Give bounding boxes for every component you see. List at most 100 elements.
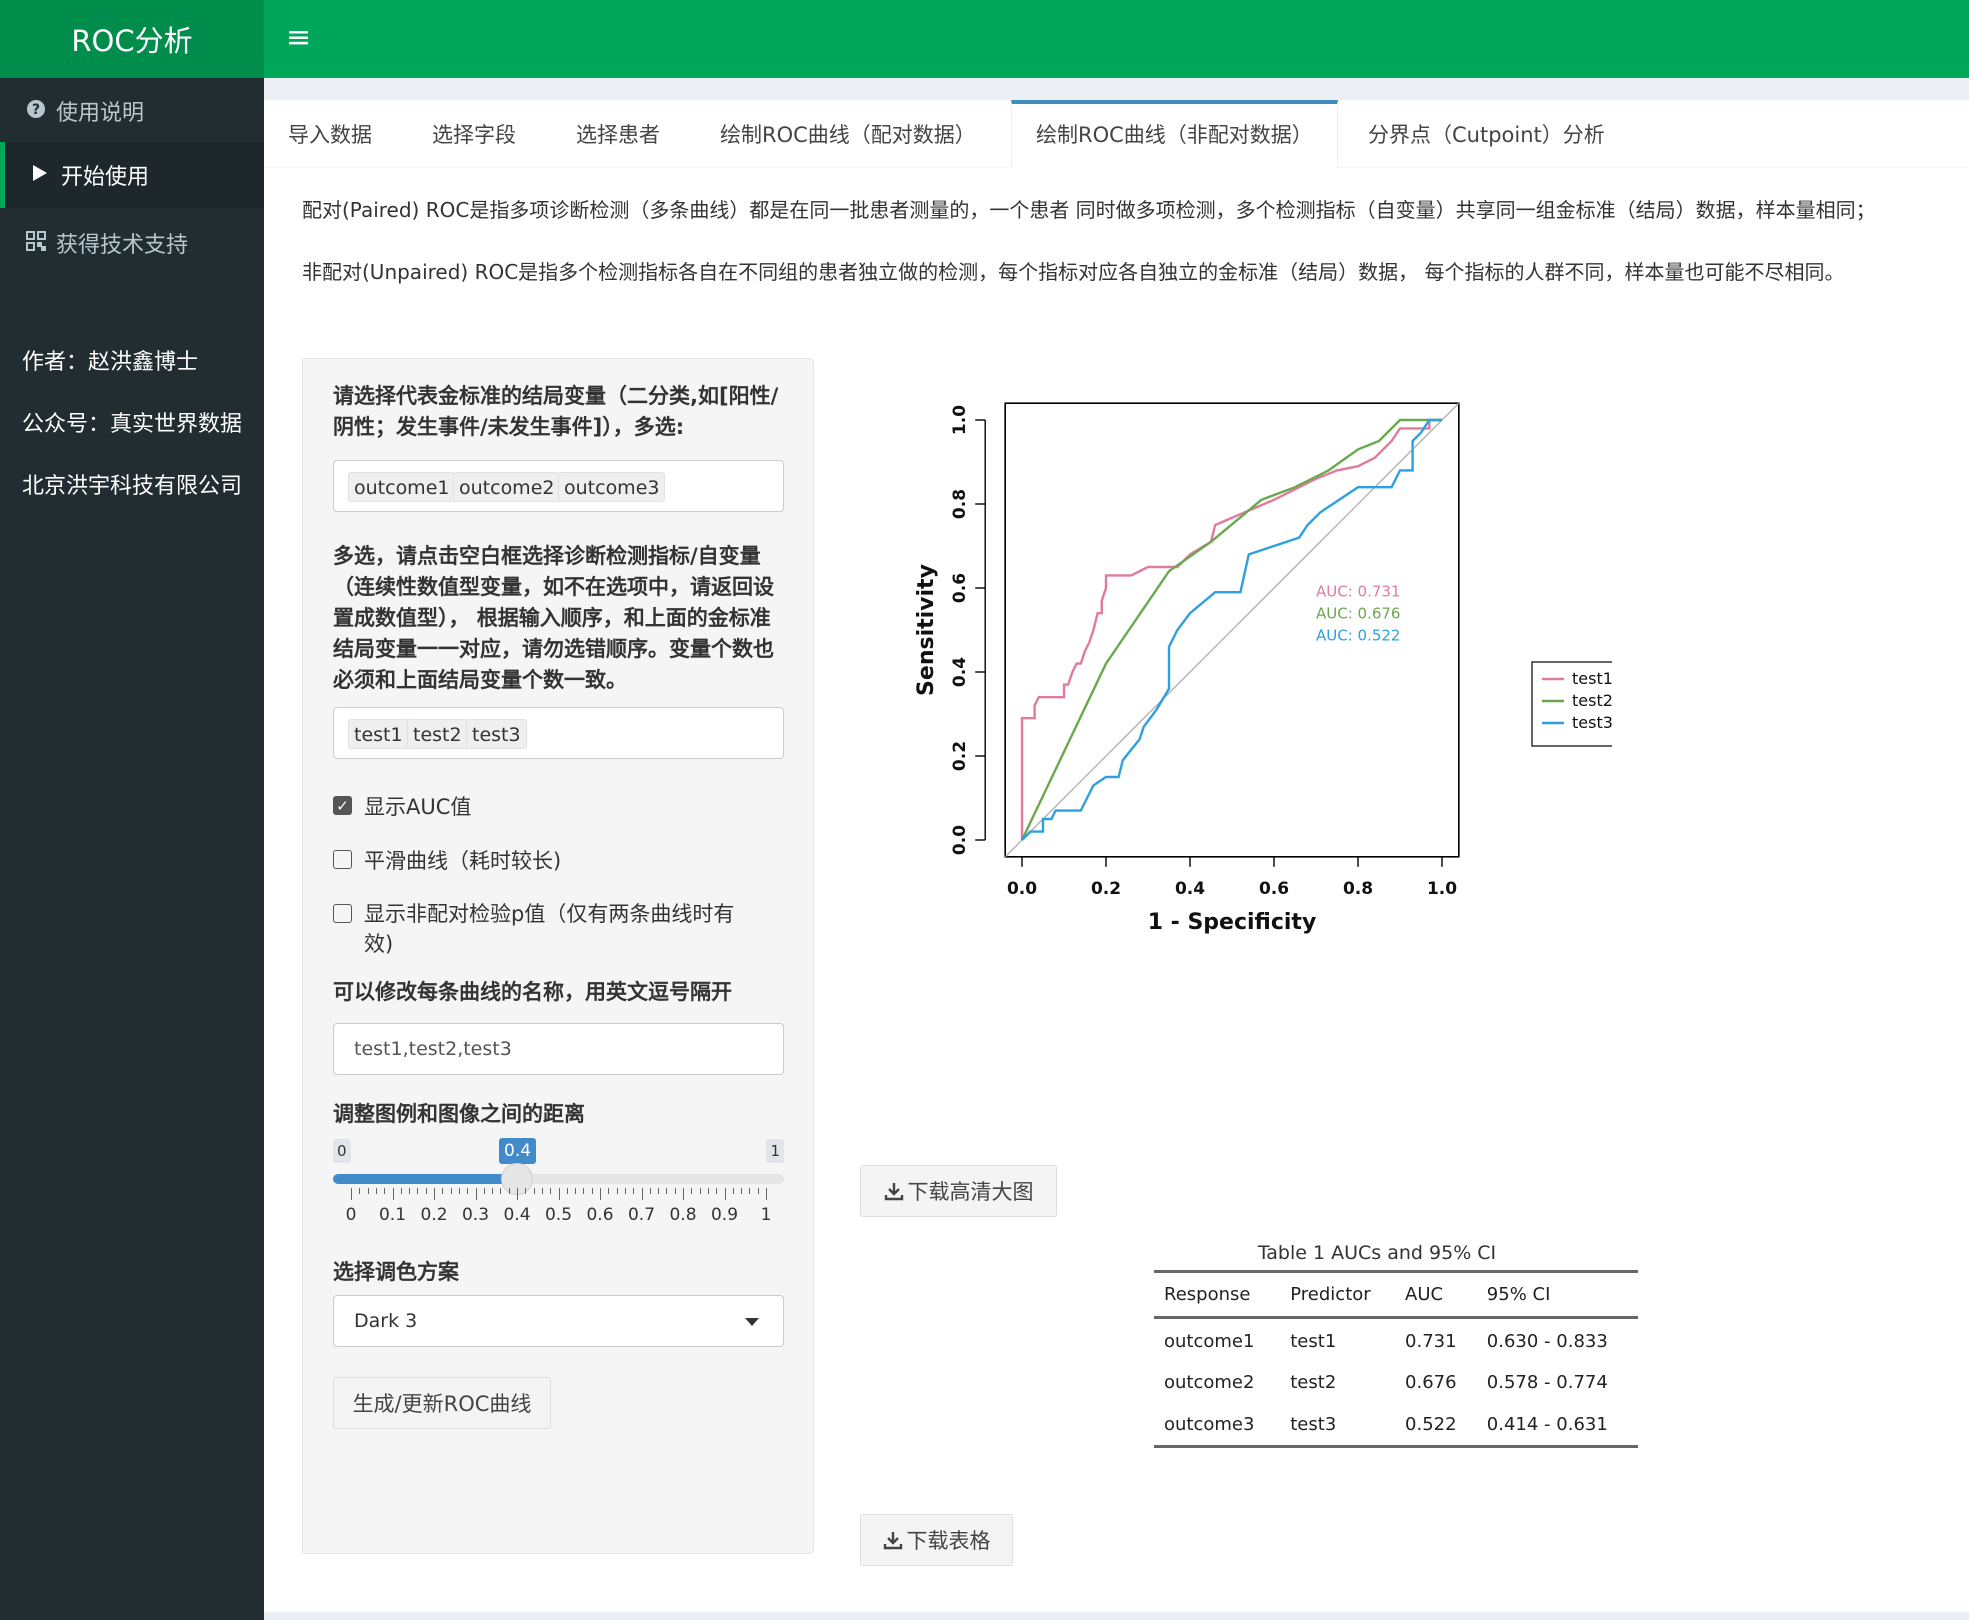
slider-tick-label: 0.1 [378, 1205, 407, 1225]
show-pvalue-checkbox[interactable]: 显示非配对检验p值（仅有两条曲线时有效) [333, 899, 753, 959]
outcome-chip[interactable]: outcome1 [348, 472, 456, 502]
predictor-chip[interactable]: test3 [466, 719, 527, 749]
caret-down-icon [745, 1318, 759, 1326]
slider-tick [517, 1188, 518, 1200]
y-tick-label: 0.2 [950, 741, 970, 771]
slider-tick [500, 1188, 502, 1194]
slider-tick [458, 1188, 460, 1194]
author-text: 作者：赵洪鑫博士 [22, 350, 199, 375]
checkbox-unchecked[interactable] [333, 850, 352, 869]
outcome-chip[interactable]: outcome3 [558, 472, 666, 502]
palette-label: 选择调色方案 [333, 1260, 459, 1284]
slider-tick [483, 1188, 485, 1194]
outcome-select[interactable]: outcome1 outcome2 outcome3 [333, 460, 784, 512]
slider-tick-label: 0.6 [586, 1205, 614, 1225]
x-tick-label: 1.0 [1427, 879, 1457, 899]
sidebar-item-start[interactable]: 开始使用 [0, 142, 264, 208]
slider-tick [641, 1188, 643, 1200]
slider-tick-label: 0.9 [710, 1205, 739, 1225]
checkbox-checked[interactable]: ✓ [333, 796, 352, 815]
sidebar-item-support[interactable]: 获得技术支持 [0, 210, 264, 276]
slider-min: 0 [333, 1139, 351, 1163]
slider-tick [508, 1188, 510, 1194]
tab-select-fields[interactable]: 选择字段 [408, 100, 540, 168]
cell-response: outcome2 [1164, 1371, 1255, 1393]
checkbox-label: 平滑曲线（耗时较长) [364, 849, 562, 873]
table-row: outcome1 test1 0.731 0.630 - 0.833 [1154, 1318, 1638, 1361]
download-table-label: 下载表格 [906, 1529, 991, 1553]
options-panel: 请选择代表金标准的结局变量（二分类,如[阳性/阴性；发生事件/未发生事件]），多… [302, 358, 814, 1554]
slider-tick [475, 1188, 477, 1200]
predictor-chip[interactable]: test1 [348, 719, 409, 749]
slider-tick [683, 1188, 684, 1200]
download-plot-button[interactable]: 下载高清大图 [860, 1165, 1057, 1217]
slider-tick [633, 1188, 635, 1194]
legend-label: test2 [1572, 691, 1612, 710]
checkbox-unchecked[interactable] [333, 904, 352, 923]
slider-tick-label: 1 [760, 1205, 772, 1225]
slider-tick [467, 1188, 469, 1194]
legend-label: test3 [1572, 713, 1612, 732]
x-tick-label: 0.8 [1343, 879, 1373, 899]
predictor-label: 多选，请点击空白框选择诊断检测指标/自变量（连续性数值型变量，如不在选项中，请返… [333, 544, 774, 692]
download-table-button[interactable]: 下载表格 [860, 1514, 1013, 1566]
legend-label: test1 [1572, 669, 1612, 688]
x-tick-label: 0.6 [1259, 879, 1289, 899]
palette-select[interactable]: Dark 3 [333, 1295, 784, 1347]
table-row: outcome2 test2 0.676 0.578 - 0.774 [1154, 1361, 1638, 1404]
checkbox-label: 显示非配对检验p值（仅有两条曲线时有效) [364, 902, 735, 956]
roc-plot: 0.0 0.2 0.4 0.6 0.8 1.0 0.0 0.2 0.4 0.6 0.8 1.0 1 - … [914, 402, 1612, 935]
generate-roc-button[interactable]: 生成/更新ROC曲线 [333, 1377, 551, 1429]
auc-label-test2: AUC: 0.676 [1316, 604, 1400, 622]
curve-names-input[interactable]: test1,test2,test3 [333, 1023, 784, 1075]
slider-tick [425, 1188, 427, 1194]
tab-box: 导入数据 选择字段 选择患者 绘制ROC曲线（配对数据） 绘制ROC曲线（非配对… [264, 100, 1969, 1612]
table-row: outcome3 test3 0.522 0.414 - 0.631 [1154, 1404, 1638, 1447]
slider-tick [566, 1188, 568, 1194]
slider-value: 0.4 [499, 1138, 537, 1164]
slider-tick [658, 1188, 660, 1194]
outcome-chip[interactable]: outcome2 [453, 472, 561, 502]
legend-distance-label: 调整图例和图像之间的距离 [333, 1102, 585, 1126]
slider-tick [732, 1188, 734, 1194]
cell-ci: 0.630 - 0.833 [1486, 1331, 1608, 1353]
slider-tick [533, 1188, 535, 1194]
main-content: 导入数据 选择字段 选择患者 绘制ROC曲线（配对数据） 绘制ROC曲线（非配对… [264, 78, 1969, 1620]
y-axis-title: Sensitivity [914, 564, 939, 696]
tab-import-data[interactable]: 导入数据 [264, 100, 396, 168]
slider-tick [359, 1188, 361, 1194]
app-title: ROC分析 [71, 24, 193, 58]
slider-tick [417, 1188, 419, 1194]
cell-ci: 0.414 - 0.631 [1486, 1413, 1608, 1435]
bars-icon[interactable]: ≡ [286, 20, 326, 56]
legend-distance-slider[interactable]: 0 1 0.4 0 0.1 0.2 0.3 0.4 0.5 0.6 0.7 0.8 0.9 1 [333, 1138, 784, 1239]
slider-tick [525, 1188, 527, 1194]
cell-predictor: test3 [1290, 1413, 1337, 1435]
cell-ci: 0.578 - 0.774 [1486, 1371, 1608, 1393]
x-tick-label: 0.2 [1091, 879, 1121, 899]
x-axis-title: 1 - Specificity [1148, 910, 1317, 935]
slider-tick [575, 1188, 577, 1194]
tab-roc-unpaired[interactable]: 绘制ROC曲线（非配对数据） [1011, 100, 1338, 168]
predictor-select[interactable]: test1 test2 test3 [333, 707, 784, 759]
slider-tick [749, 1188, 751, 1194]
tab-select-patients[interactable]: 选择患者 [552, 100, 684, 168]
sidebar-item-help[interactable]: ? 使用说明 [0, 78, 264, 144]
cell-predictor: test2 [1290, 1371, 1337, 1393]
table-caption: Table 1 AUCs and 95% CI [1257, 1242, 1497, 1264]
show-auc-checkbox[interactable]: ✓ 显示AUC值 [333, 791, 471, 821]
slider-tick-label: 0 [345, 1205, 357, 1225]
checkbox-label: 显示AUC值 [364, 795, 472, 819]
cell-auc: 0.731 [1405, 1331, 1457, 1353]
smooth-curve-checkbox[interactable]: 平滑曲线（耗时较长) [333, 845, 561, 875]
table-header-row: Response Predictor AUC 95% CI [1154, 1271, 1638, 1318]
slider-tick [384, 1188, 386, 1194]
intro-unpaired: 非配对(Unpaired) ROC是指多个检测指标各自在不同组的患者独立做的检测… [302, 260, 1845, 284]
play-icon [31, 163, 61, 188]
wechat-text: 公众号：真实世界数据 [22, 412, 243, 437]
tab-roc-paired[interactable]: 绘制ROC曲线（配对数据） [696, 100, 1000, 168]
slider-tick [400, 1188, 402, 1194]
y-tick-label: 0.0 [950, 825, 970, 855]
tab-cutpoint[interactable]: 分界点（Cutpoint）分析 [1344, 100, 1629, 168]
predictor-chip[interactable]: test2 [407, 719, 468, 749]
